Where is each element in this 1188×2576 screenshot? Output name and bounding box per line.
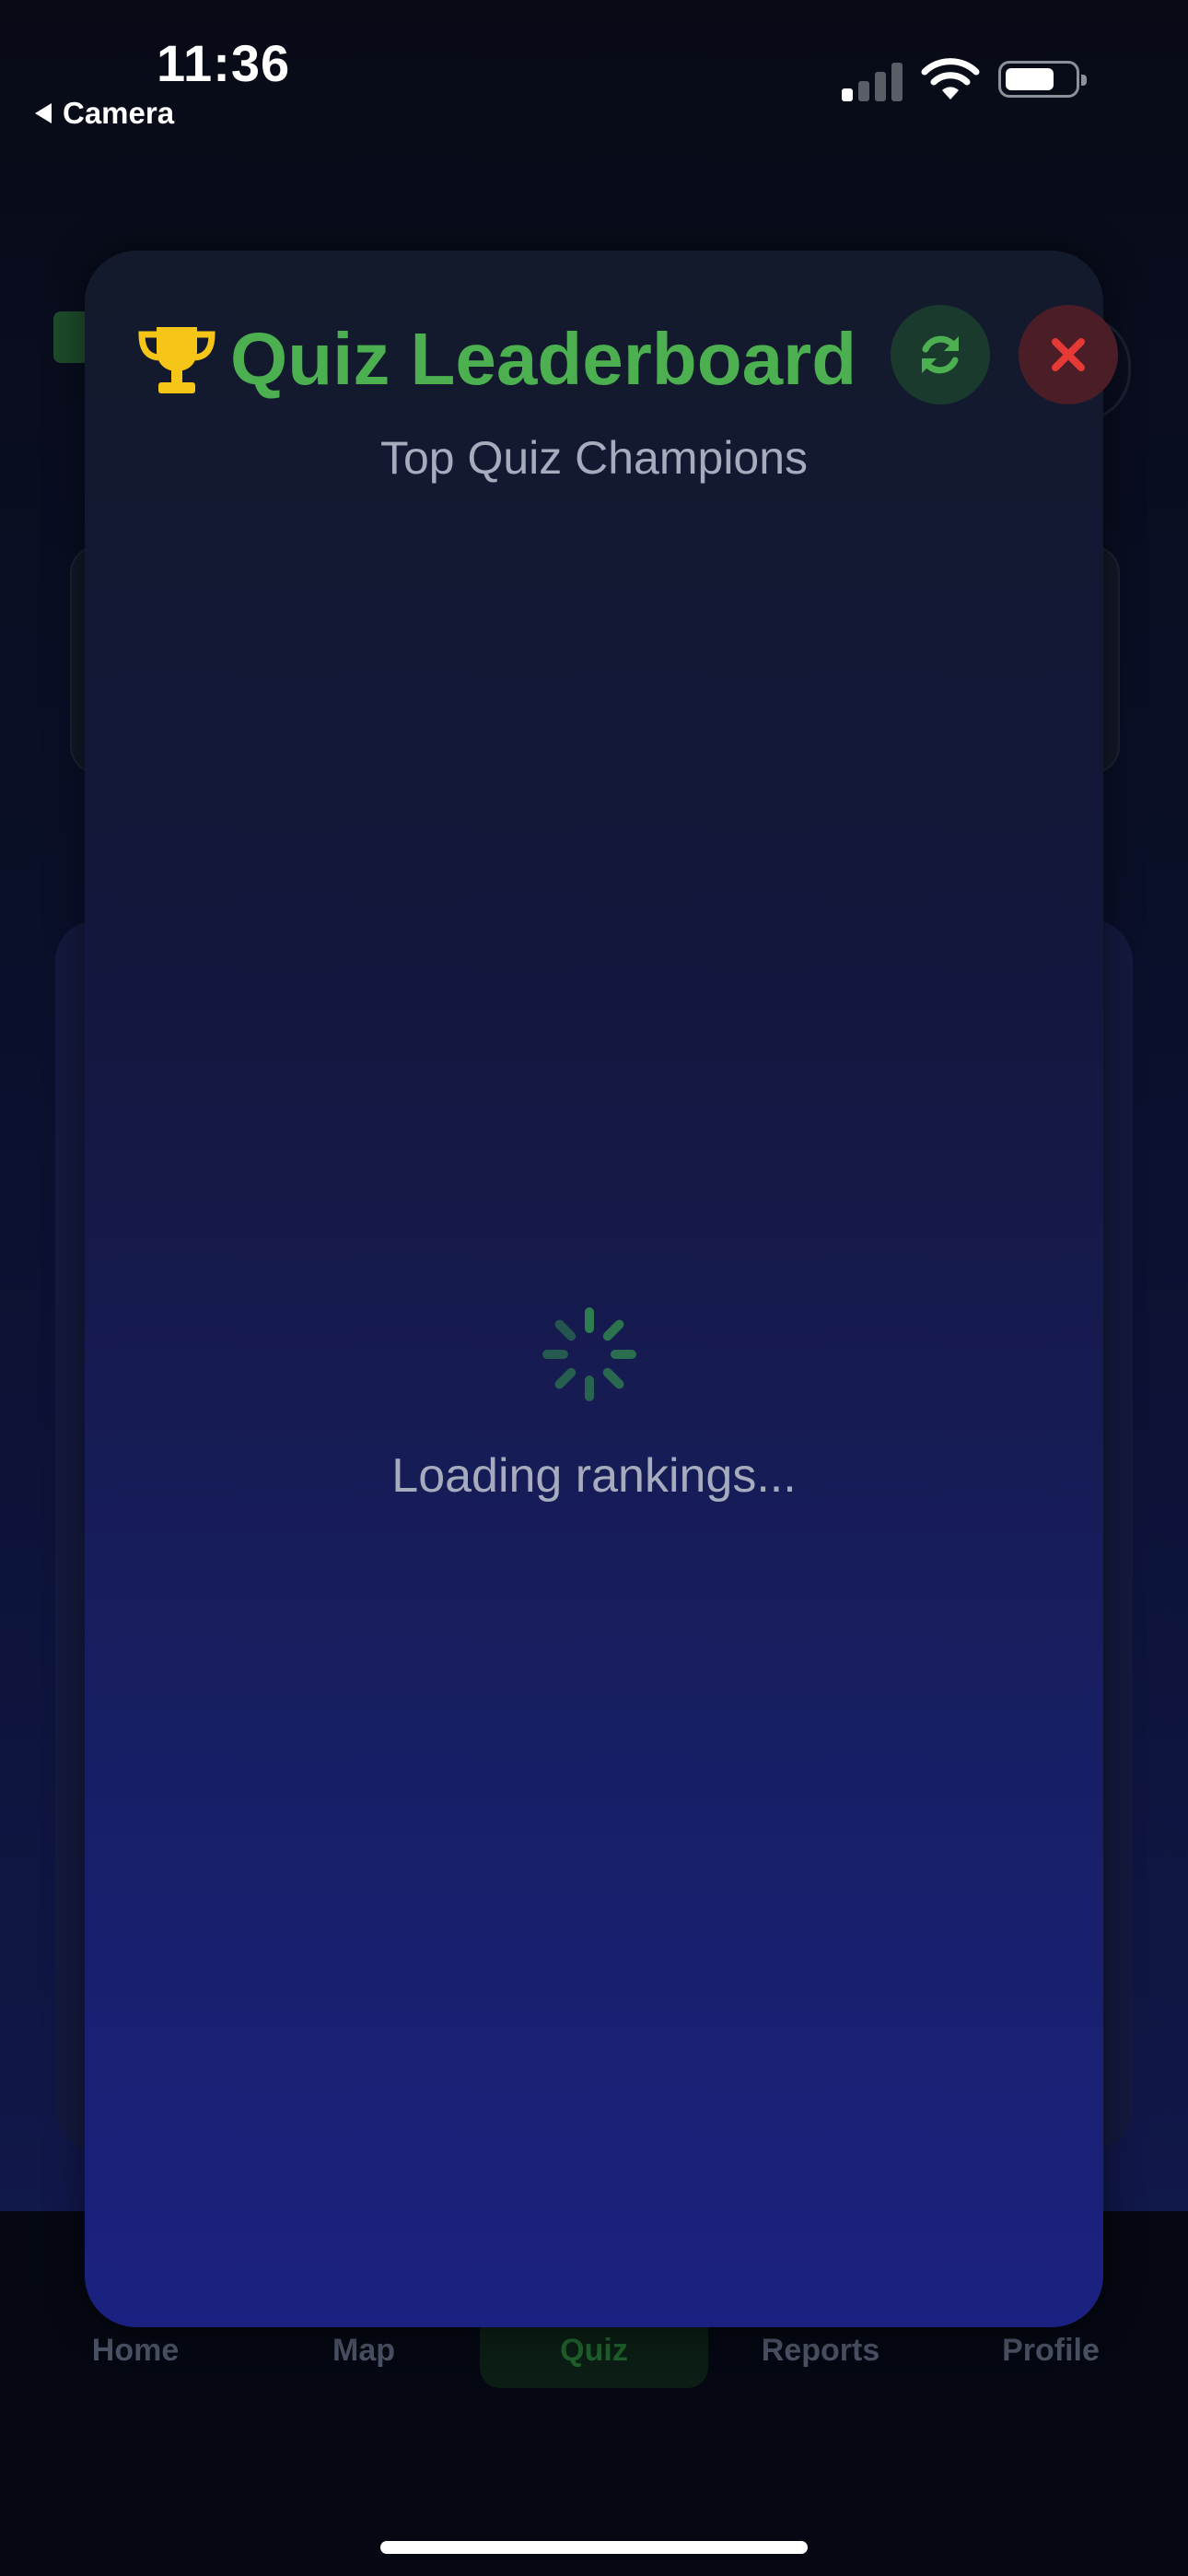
modal-subtitle: Top Quiz Champions [379, 432, 809, 484]
tab-map[interactable]: Map [250, 2333, 477, 2370]
leaderboard-modal: Quiz Leaderboard Top Quiz Champions Load… [85, 251, 1118, 2327]
wifi-icon [921, 58, 980, 100]
tab-quiz[interactable]: Quiz [481, 2333, 707, 2370]
back-to-app-link[interactable]: Camera [35, 96, 174, 131]
status-time: 11:36 [157, 34, 291, 92]
modal-header: Quiz Leaderboard [136, 317, 856, 402]
tab-home[interactable]: Home [22, 2333, 249, 2370]
modal-title: Quiz Leaderboard [230, 318, 857, 400]
tab-reports[interactable]: Reports [707, 2333, 934, 2370]
refresh-icon [922, 335, 959, 374]
loading-spinner-icon [542, 1307, 636, 1401]
back-app-label: Camera [63, 96, 175, 130]
back-arrow-icon [35, 103, 52, 123]
trophy-icon [138, 327, 215, 393]
cellular-signal-icon [842, 61, 904, 101]
close-icon [1052, 338, 1085, 371]
tab-profile[interactable]: Profile [938, 2333, 1164, 2370]
battery-icon [998, 61, 1087, 98]
close-button[interactable] [1019, 305, 1118, 404]
loading-text: Loading rankings... [391, 1449, 797, 1503]
refresh-button[interactable] [891, 305, 990, 404]
home-indicator[interactable] [380, 2541, 808, 2554]
